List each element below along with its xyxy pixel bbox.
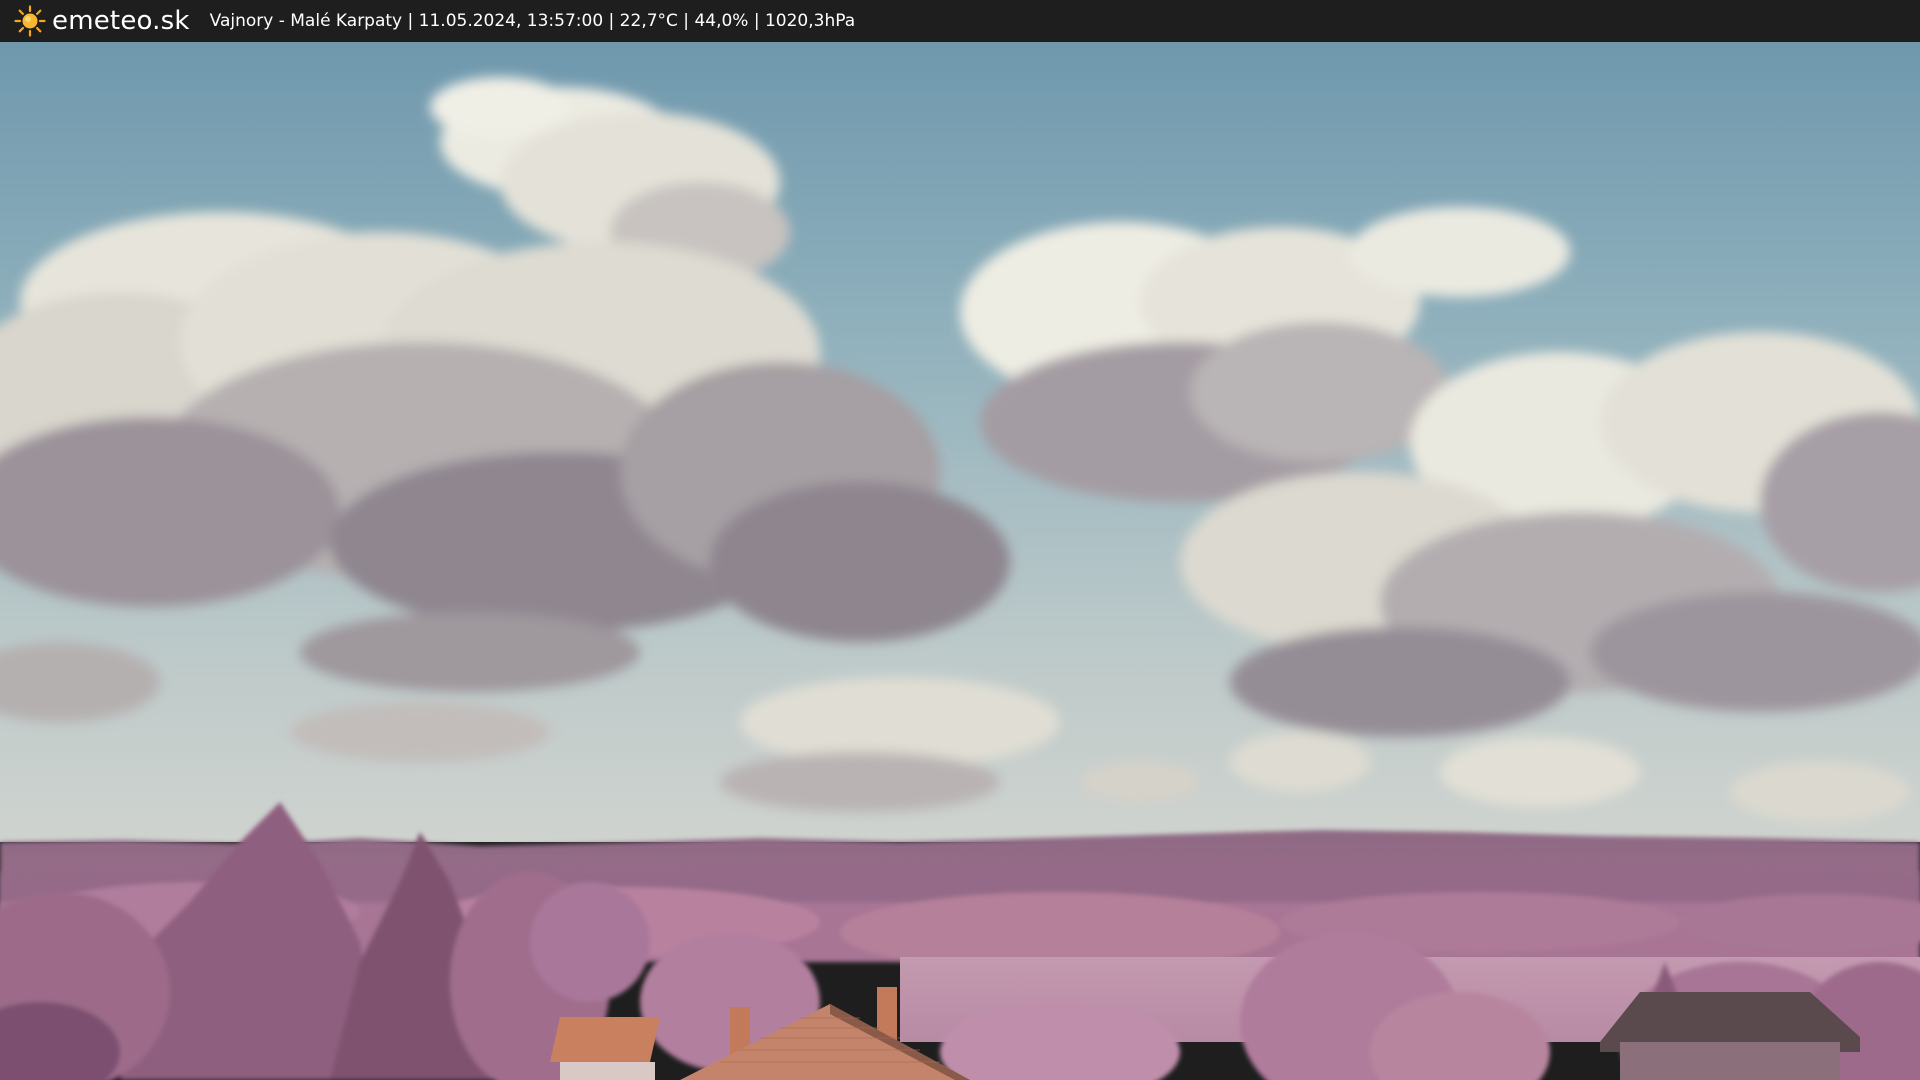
right-house — [1600, 992, 1860, 1080]
webcam-image — [0, 42, 1920, 1080]
brand-name: emeteo.sk — [52, 6, 190, 36]
header-bar: emeteo.sk Vajnory - Malé Karpaty | 11.05… — [0, 0, 1920, 42]
webcam-caption: Vajnory - Malé Karpaty | 11.05.2024, 13:… — [209, 11, 856, 31]
webcam-frame: emeteo.sk Vajnory - Malé Karpaty | 11.05… — [0, 0, 1920, 1080]
sun-icon — [14, 5, 46, 37]
logo[interactable]: emeteo.sk — [14, 5, 190, 37]
small-house — [550, 1017, 660, 1080]
